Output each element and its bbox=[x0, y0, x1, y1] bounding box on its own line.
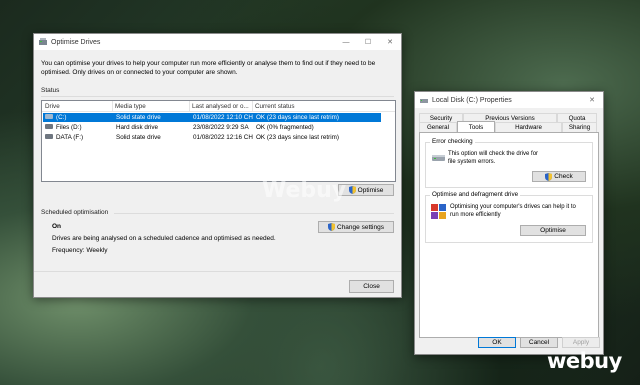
drive-name: (C:) bbox=[56, 114, 67, 121]
drive-row-c[interactable]: (C:) Solid state drive 01/08/2022 12:10 … bbox=[43, 113, 381, 122]
optimise-drives-app-icon bbox=[39, 38, 47, 46]
scheduled-label: Scheduled optimisation bbox=[41, 209, 109, 216]
change-settings-button[interactable]: Change settings bbox=[318, 221, 394, 233]
current-status: OK (23 days since last retrim) bbox=[256, 114, 339, 121]
properties-close-button[interactable]: ✕ bbox=[581, 92, 603, 108]
cancel-label: Cancel bbox=[528, 339, 550, 346]
media-type: Hard disk drive bbox=[116, 124, 158, 131]
change-settings-label: Change settings bbox=[337, 223, 384, 231]
minimize-button[interactable]: — bbox=[335, 34, 357, 50]
drive-row-d[interactable]: Files (D:) Hard disk drive 23/08/2022 9:… bbox=[43, 123, 381, 132]
shield-icon bbox=[328, 223, 335, 231]
optimise-titlebar[interactable]: Optimise Drives — ☐ ✕ bbox=[34, 34, 401, 50]
webuy-logo: webuy bbox=[547, 349, 622, 373]
cancel-button[interactable]: Cancel bbox=[520, 337, 558, 348]
scheduled-state: On bbox=[52, 223, 62, 230]
optimise-group-text: Optimising your computer's drives can he… bbox=[450, 204, 576, 218]
col-last-analysed[interactable]: Last analysed or o... bbox=[192, 103, 249, 110]
optimise-drives-window: Optimise Drives — ☐ ✕ You can optimise y… bbox=[33, 33, 402, 298]
close-window-button[interactable]: ✕ bbox=[379, 34, 401, 50]
media-type: Solid state drive bbox=[116, 114, 161, 121]
ssd-drive-icon bbox=[45, 114, 53, 119]
disk-icon bbox=[420, 96, 428, 104]
defragment-icon bbox=[431, 204, 446, 221]
close-button[interactable]: Close bbox=[349, 280, 394, 293]
optimise-group: Optimise and defragment drive Optimising… bbox=[425, 191, 593, 243]
close-icon: ✕ bbox=[589, 97, 595, 104]
tab-quota[interactable]: Quota bbox=[557, 113, 597, 122]
drive-row-f[interactable]: DATA (F:) Solid state drive 01/08/2022 1… bbox=[43, 133, 381, 142]
scheduled-description: Drives are being analysed on a scheduled… bbox=[52, 235, 276, 242]
properties-title: Local Disk (C:) Properties bbox=[432, 96, 512, 104]
drive-name: DATA (F:) bbox=[56, 134, 84, 141]
apply-button[interactable]: Apply bbox=[562, 337, 600, 348]
ok-button[interactable]: OK bbox=[478, 337, 516, 348]
maximize-icon: ☐ bbox=[364, 39, 372, 46]
status-divider bbox=[41, 96, 394, 97]
tab-sharing[interactable]: Sharing bbox=[562, 122, 597, 132]
drive-name: Files (D:) bbox=[56, 124, 82, 131]
current-status: OK (0% fragmented) bbox=[256, 124, 314, 131]
close-button-label: Close bbox=[363, 283, 380, 290]
properties-optimise-label: Optimise bbox=[540, 227, 566, 234]
scheduled-frequency: Frequency: Weekly bbox=[52, 247, 108, 254]
properties-optimise-button[interactable]: Optimise bbox=[520, 225, 586, 236]
col-drive[interactable]: Drive bbox=[45, 103, 60, 110]
tools-panel: Error checking This option will check th… bbox=[419, 132, 599, 338]
tab-hardware[interactable]: Hardware bbox=[495, 122, 562, 132]
ok-label: OK bbox=[492, 339, 502, 346]
ssd-drive-icon bbox=[45, 134, 53, 139]
error-checking-group: Error checking This option will check th… bbox=[425, 138, 593, 188]
hard-drive-icon bbox=[432, 153, 445, 164]
shield-icon bbox=[545, 172, 553, 181]
close-icon: ✕ bbox=[387, 39, 393, 46]
tab-general[interactable]: General bbox=[419, 122, 457, 132]
optimise-button-label: Optimise bbox=[357, 186, 384, 194]
hdd-drive-icon bbox=[45, 124, 53, 129]
check-button[interactable]: Check bbox=[532, 171, 586, 182]
minimize-icon: — bbox=[342, 38, 350, 46]
check-button-label: Check bbox=[554, 173, 573, 180]
optimise-button[interactable]: Optimise bbox=[338, 184, 394, 196]
apply-label: Apply bbox=[572, 339, 590, 346]
error-checking-text: This option will check the drive for fil… bbox=[448, 151, 539, 165]
col-current-status[interactable]: Current status bbox=[255, 103, 295, 110]
last-analysed: 23/08/2022 9:29 SA bbox=[193, 124, 249, 131]
current-status: OK (23 days since last retrim) bbox=[256, 134, 339, 141]
status-label: Status bbox=[41, 87, 60, 94]
last-analysed: 01/08/2022 12:10 CH bbox=[193, 114, 253, 121]
optimise-group-label: Optimise and defragment drive bbox=[430, 191, 521, 198]
error-checking-label: Error checking bbox=[430, 138, 475, 145]
shield-icon bbox=[348, 186, 356, 194]
media-type: Solid state drive bbox=[116, 134, 161, 141]
last-analysed: 01/08/2022 12:16 CH bbox=[193, 134, 253, 141]
maximize-button[interactable]: ☐ bbox=[357, 34, 379, 50]
disk-properties-window: Local Disk (C:) Properties ✕ Security Pr… bbox=[414, 91, 604, 355]
scheduled-divider bbox=[114, 213, 394, 214]
drives-list[interactable]: Drive Media type Last analysed or o... C… bbox=[41, 100, 396, 182]
tab-tools[interactable]: Tools bbox=[457, 121, 495, 132]
properties-titlebar[interactable]: Local Disk (C:) Properties ✕ bbox=[415, 92, 603, 108]
intro-text: You can optimise your drives to help you… bbox=[41, 60, 376, 76]
optimise-title: Optimise Drives bbox=[51, 38, 101, 46]
watermark-text: Webuy bbox=[262, 178, 347, 203]
footer-divider bbox=[34, 271, 401, 272]
col-media-type[interactable]: Media type bbox=[115, 103, 146, 110]
drives-list-header: Drive Media type Last analysed or o... C… bbox=[42, 101, 395, 112]
